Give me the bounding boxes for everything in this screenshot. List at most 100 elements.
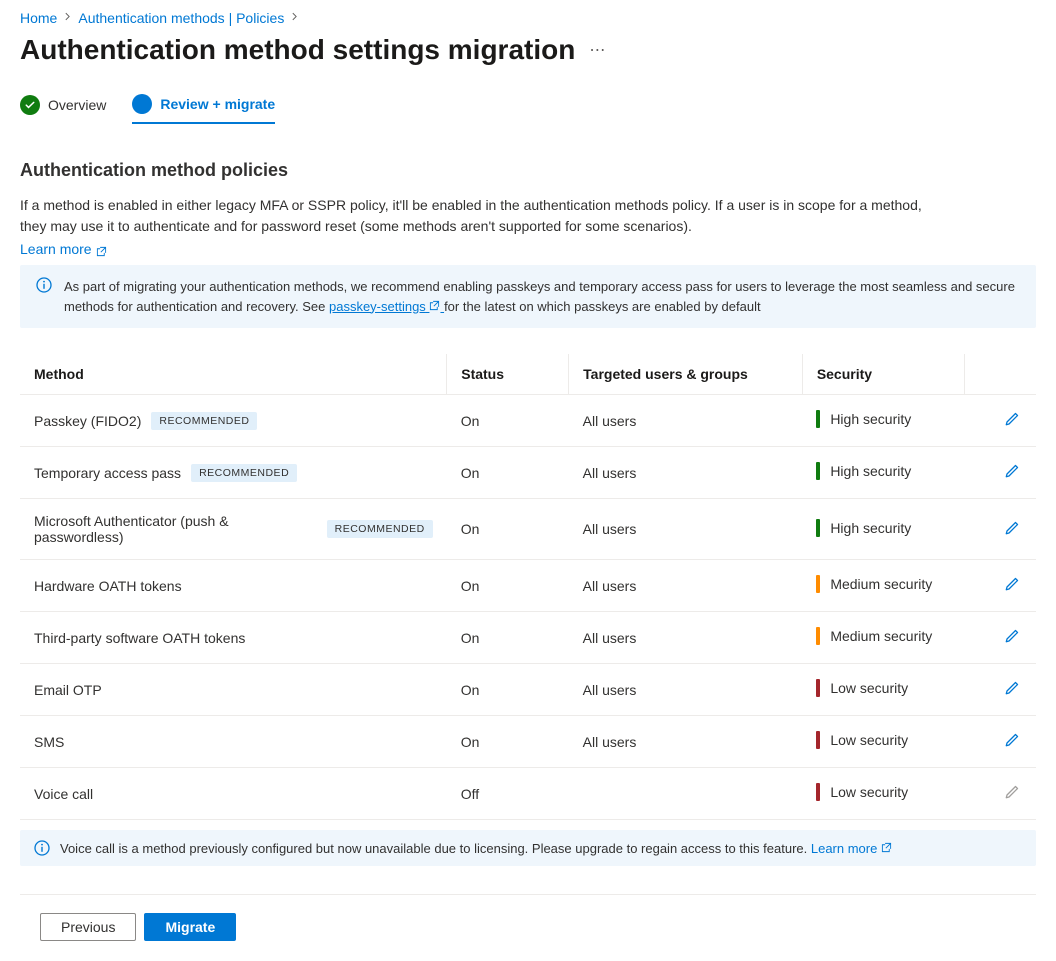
edit-button[interactable] xyxy=(1002,409,1022,432)
chevron-right-icon xyxy=(290,12,299,24)
security-level-indicator xyxy=(816,410,820,428)
security-label: Medium security xyxy=(830,576,932,592)
security-label: Low security xyxy=(830,732,908,748)
targeted-cell: All users xyxy=(569,612,803,664)
header-status: Status xyxy=(447,354,569,395)
tab-review-label: Review + migrate xyxy=(160,96,275,112)
status-cell: On xyxy=(447,664,569,716)
method-name: SMS xyxy=(34,734,64,750)
footer-separator xyxy=(20,894,1036,895)
section-description: If a method is enabled in either legacy … xyxy=(20,195,940,237)
breadcrumb-policies[interactable]: Authentication methods | Policies xyxy=(78,10,284,26)
security-level-indicator xyxy=(816,462,820,480)
learn-more-link[interactable]: Learn more xyxy=(20,241,107,257)
chevron-right-icon xyxy=(63,12,72,24)
targeted-cell: All users xyxy=(569,447,803,499)
security-label: High security xyxy=(830,463,911,479)
passkey-settings-link[interactable]: passkey-settings xyxy=(329,299,444,314)
tab-review-migrate[interactable]: Review + migrate xyxy=(132,94,275,124)
section-heading: Authentication method policies xyxy=(20,160,1036,181)
security-label: Low security xyxy=(830,680,908,696)
pencil-icon xyxy=(1004,632,1020,647)
page-title: Authentication method settings migration xyxy=(20,34,575,66)
licensing-learn-more-link[interactable]: Learn more xyxy=(811,841,892,856)
table-row: Voice call Off Low security xyxy=(20,768,1036,820)
learn-more-label: Learn more xyxy=(20,241,92,257)
header-edit xyxy=(965,354,1036,395)
more-actions-button[interactable]: ⋯ xyxy=(589,40,606,60)
edit-button[interactable] xyxy=(1002,574,1022,597)
security-label: High security xyxy=(830,520,911,536)
security-label: High security xyxy=(830,411,911,427)
external-link-icon xyxy=(429,297,440,308)
security-label: Medium security xyxy=(830,628,932,644)
security-level-indicator xyxy=(816,519,820,537)
security-level-indicator xyxy=(816,679,820,697)
recommended-badge: RECOMMENDED xyxy=(151,412,257,430)
tab-overview[interactable]: Overview xyxy=(20,94,106,124)
table-row: SMS OnAll users Low security xyxy=(20,716,1036,768)
external-link-icon xyxy=(96,244,107,255)
status-cell: On xyxy=(447,716,569,768)
active-step-icon xyxy=(132,94,152,114)
edit-button xyxy=(1002,782,1022,805)
targeted-cell: All users xyxy=(569,499,803,560)
status-cell: On xyxy=(447,395,569,447)
migrate-button[interactable]: Migrate xyxy=(144,913,236,941)
method-name: Passkey (FIDO2) xyxy=(34,413,141,429)
table-row: Temporary access pass RECOMMENDED OnAll us… xyxy=(20,447,1036,499)
pencil-icon xyxy=(1004,524,1020,539)
header-security: Security xyxy=(802,354,965,395)
info-banner: As part of migrating your authentication… xyxy=(20,265,1036,328)
method-name: Voice call xyxy=(34,786,93,802)
external-link-icon xyxy=(881,841,892,852)
security-level-indicator xyxy=(816,731,820,749)
method-name: Temporary access pass xyxy=(34,465,181,481)
breadcrumb-home[interactable]: Home xyxy=(20,10,57,26)
edit-button[interactable] xyxy=(1002,730,1022,753)
header-targeted: Targeted users & groups xyxy=(569,354,803,395)
table-row: Email OTP OnAll users Low security xyxy=(20,664,1036,716)
recommended-badge: RECOMMENDED xyxy=(191,464,297,482)
method-name: Third-party software OATH tokens xyxy=(34,630,245,646)
methods-table: Method Status Targeted users & groups Se… xyxy=(20,354,1036,820)
info-banner-text-after: for the latest on which passkeys are ena… xyxy=(444,299,761,314)
targeted-cell: All users xyxy=(569,664,803,716)
tab-overview-label: Overview xyxy=(48,97,106,113)
pencil-icon xyxy=(1004,788,1020,803)
licensing-text: Voice call is a method previously config… xyxy=(60,841,811,856)
pencil-icon xyxy=(1004,684,1020,699)
targeted-cell: All users xyxy=(569,560,803,612)
security-level-indicator xyxy=(816,627,820,645)
status-cell: On xyxy=(447,447,569,499)
table-row: Hardware OATH tokens OnAll users Medium se… xyxy=(20,560,1036,612)
header-method: Method xyxy=(20,354,447,395)
security-label: Low security xyxy=(830,784,908,800)
status-cell: On xyxy=(447,612,569,664)
status-cell: On xyxy=(447,499,569,560)
status-cell: On xyxy=(447,560,569,612)
info-icon xyxy=(34,840,50,856)
security-level-indicator xyxy=(816,575,820,593)
breadcrumb: Home Authentication methods | Policies xyxy=(20,10,1036,26)
edit-button[interactable] xyxy=(1002,461,1022,484)
security-level-indicator xyxy=(816,783,820,801)
pencil-icon xyxy=(1004,467,1020,482)
edit-button[interactable] xyxy=(1002,626,1022,649)
method-name: Microsoft Authenticator (push & password… xyxy=(34,513,317,545)
method-name: Email OTP xyxy=(34,682,102,698)
checkmark-circle-icon xyxy=(20,95,40,115)
table-row: Microsoft Authenticator (push & password… xyxy=(20,499,1036,560)
pencil-icon xyxy=(1004,736,1020,751)
table-row: Passkey (FIDO2) RECOMMENDED OnAll users Hig… xyxy=(20,395,1036,447)
recommended-badge: RECOMMENDED xyxy=(327,520,433,538)
targeted-cell: All users xyxy=(569,716,803,768)
targeted-cell: All users xyxy=(569,395,803,447)
method-name: Hardware OATH tokens xyxy=(34,578,182,594)
targeted-cell xyxy=(569,768,803,820)
edit-button[interactable] xyxy=(1002,518,1022,541)
licensing-info-bar: Voice call is a method previously config… xyxy=(20,830,1036,866)
status-cell: Off xyxy=(447,768,569,820)
edit-button[interactable] xyxy=(1002,678,1022,701)
previous-button[interactable]: Previous xyxy=(40,913,136,941)
